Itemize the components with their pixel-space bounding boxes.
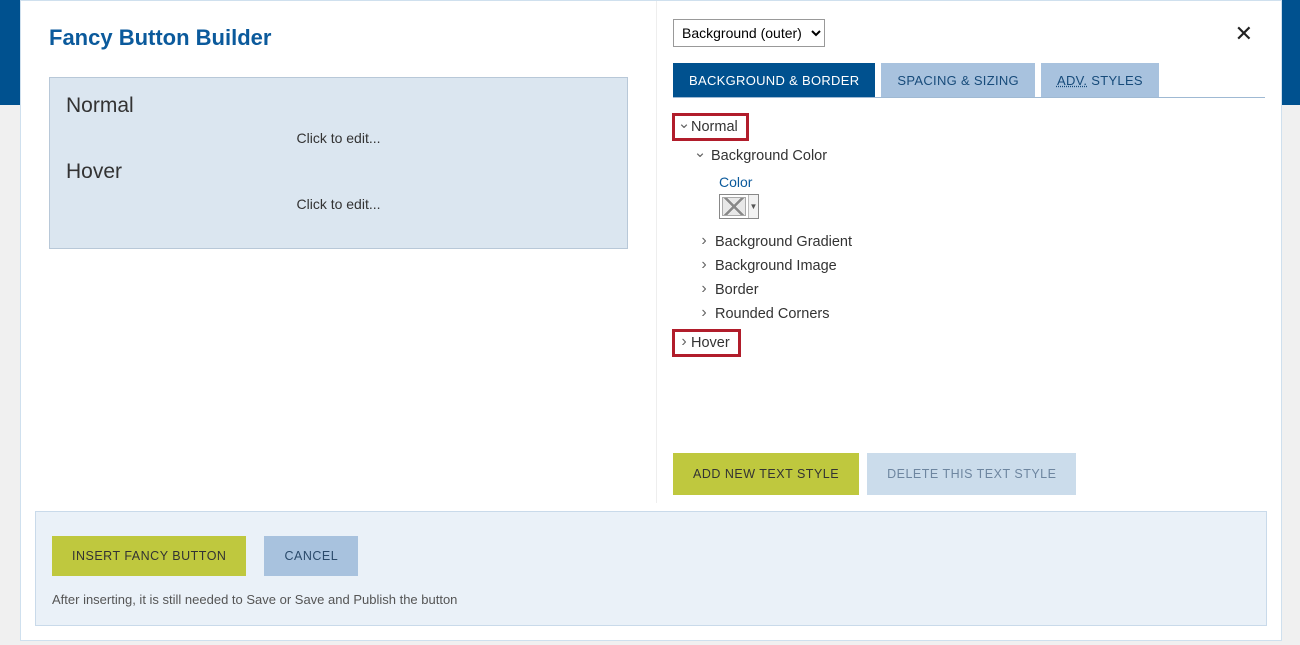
tree-label-normal: Normal [691, 119, 738, 135]
tab-adv-prefix: ADV. [1057, 73, 1087, 88]
tree-node-background-image[interactable]: Background Image [673, 254, 1265, 278]
layer-select[interactable]: Background (outer) [673, 19, 825, 47]
left-pane: Fancy Button Builder Normal Click to edi… [21, 1, 657, 503]
color-field: Color ▼ [673, 168, 1265, 230]
tree-node-background-color[interactable]: Background Color [673, 144, 1265, 168]
tree-label-bg-gradient: Background Gradient [715, 234, 852, 250]
chevron-right-icon [677, 334, 691, 352]
close-icon[interactable]: ✕ [1235, 23, 1253, 45]
dropdown-arrow-icon: ▼ [748, 195, 758, 218]
no-color-swatch-icon [722, 197, 746, 216]
tree-node-border[interactable]: Border [673, 278, 1265, 302]
delete-text-style-button[interactable]: DELETE THIS TEXT STYLE [867, 453, 1076, 495]
chevron-right-icon [697, 257, 711, 275]
dialog-main: Fancy Button Builder Normal Click to edi… [21, 1, 1281, 503]
color-picker[interactable]: ▼ [719, 194, 759, 219]
tree-label-bg-color: Background Color [711, 148, 827, 164]
tree-node-normal[interactable]: Normal [673, 110, 1265, 144]
insert-fancy-button-button[interactable]: INSERT FANCY BUTTON [52, 536, 246, 576]
chevron-right-icon [697, 233, 711, 251]
tree-node-rounded-corners[interactable]: Rounded Corners [673, 302, 1265, 326]
color-label: Color [719, 174, 1265, 190]
tab-background-border[interactable]: BACKGROUND & BORDER [673, 63, 875, 97]
tree-label-bg-image: Background Image [715, 258, 837, 274]
tab-spacing-sizing[interactable]: SPACING & SIZING [881, 63, 1035, 97]
fancy-button-builder-dialog: Fancy Button Builder Normal Click to edi… [20, 0, 1282, 641]
tab-adv-styles[interactable]: ADV. STYLES [1041, 63, 1159, 97]
chevron-down-icon [677, 118, 691, 136]
chevron-down-icon [693, 147, 707, 165]
footer-buttons: INSERT FANCY BUTTON CANCEL [52, 536, 1250, 576]
right-pane: ✕ Background (outer) BACKGROUND & BORDER… [657, 1, 1281, 503]
chevron-right-icon [697, 305, 711, 323]
preview-hover-heading: Hover [66, 160, 611, 184]
preview-normal-edit[interactable]: Click to edit... [66, 124, 611, 156]
tree-label-hover: Hover [691, 335, 730, 351]
add-new-text-style-button[interactable]: ADD NEW TEXT STYLE [673, 453, 859, 495]
preview-hover-edit[interactable]: Click to edit... [66, 190, 611, 222]
tab-adv-suffix: STYLES [1087, 73, 1143, 88]
chevron-right-icon [697, 281, 711, 299]
tree-label-rounded: Rounded Corners [715, 306, 829, 322]
tree-label-border: Border [715, 282, 759, 298]
style-tree: Normal Background Color Color ▼ B [673, 98, 1265, 360]
footer-note: After inserting, it is still needed to S… [52, 592, 1250, 607]
dialog-title: Fancy Button Builder [21, 1, 656, 65]
button-preview-box: Normal Click to edit... Hover Click to e… [49, 77, 628, 249]
tree-node-hover[interactable]: Hover [673, 326, 1265, 360]
highlight-box-hover: Hover [672, 329, 741, 357]
right-pane-buttons: ADD NEW TEXT STYLE DELETE THIS TEXT STYL… [673, 453, 1265, 503]
dialog-footer: INSERT FANCY BUTTON CANCEL After inserti… [35, 511, 1267, 626]
highlight-box-normal: Normal [672, 113, 749, 141]
cancel-button[interactable]: CANCEL [264, 536, 358, 576]
tree-node-background-gradient[interactable]: Background Gradient [673, 230, 1265, 254]
preview-normal-heading: Normal [66, 94, 611, 118]
style-tabs: BACKGROUND & BORDER SPACING & SIZING ADV… [673, 63, 1265, 98]
